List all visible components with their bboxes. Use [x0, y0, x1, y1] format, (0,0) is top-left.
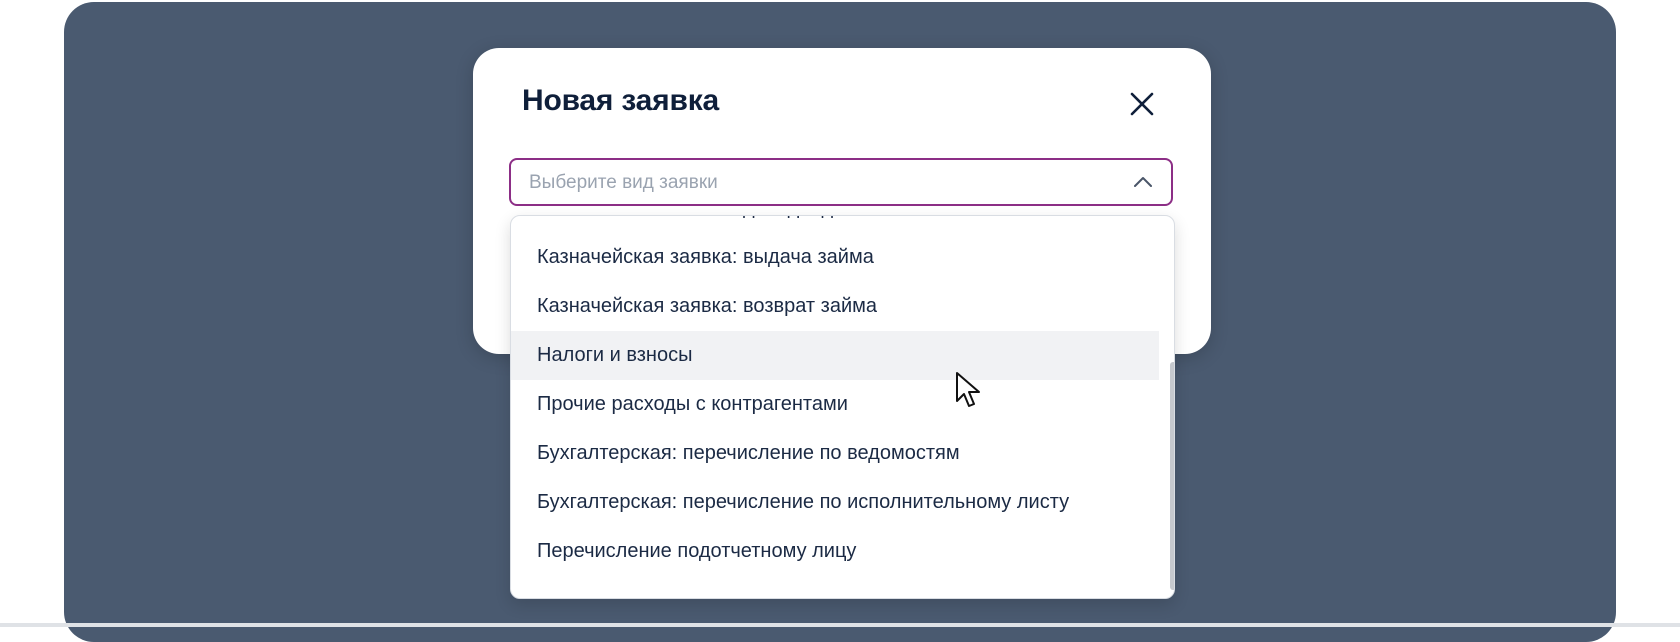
request-type-dropdown: Казначейская заявка: дивиденды Казначейс…	[510, 215, 1175, 599]
chevron-up-icon[interactable]	[1133, 174, 1153, 190]
close-button[interactable]	[1126, 88, 1158, 120]
page-bottom-border	[0, 623, 1680, 627]
dropdown-options-list: Казначейская заявка: дивиденды Казначейс…	[511, 216, 1159, 576]
dropdown-option[interactable]: Перечисление подотчетному лицу	[511, 527, 1159, 576]
dropdown-option[interactable]: Прочие расходы с контрагентами	[511, 380, 1159, 429]
mouse-pointer-icon	[956, 372, 980, 407]
modal-title: Новая заявка	[522, 84, 720, 117]
dropdown-option[interactable]: Казначейская заявка: выдача займа	[511, 233, 1159, 282]
close-icon	[1130, 92, 1154, 116]
scrollbar-thumb[interactable]	[1170, 362, 1174, 590]
dropdown-option-hovered[interactable]: Налоги и взносы	[511, 331, 1159, 380]
dropdown-option[interactable]: Бухгалтерская: перечисление по исполните…	[511, 478, 1159, 527]
dropdown-option[interactable]: Казначейская заявка: возврат займа	[511, 282, 1159, 331]
request-type-select[interactable]: Выберите вид заявки	[509, 158, 1173, 206]
dropdown-option[interactable]: Бухгалтерская: перечисление по ведомостя…	[511, 429, 1159, 478]
dropdown-option[interactable]: Казначейская заявка: дивиденды	[511, 216, 1159, 233]
select-placeholder: Выберите вид заявки	[529, 172, 718, 193]
dropdown-scrollbar[interactable]	[1159, 216, 1174, 598]
